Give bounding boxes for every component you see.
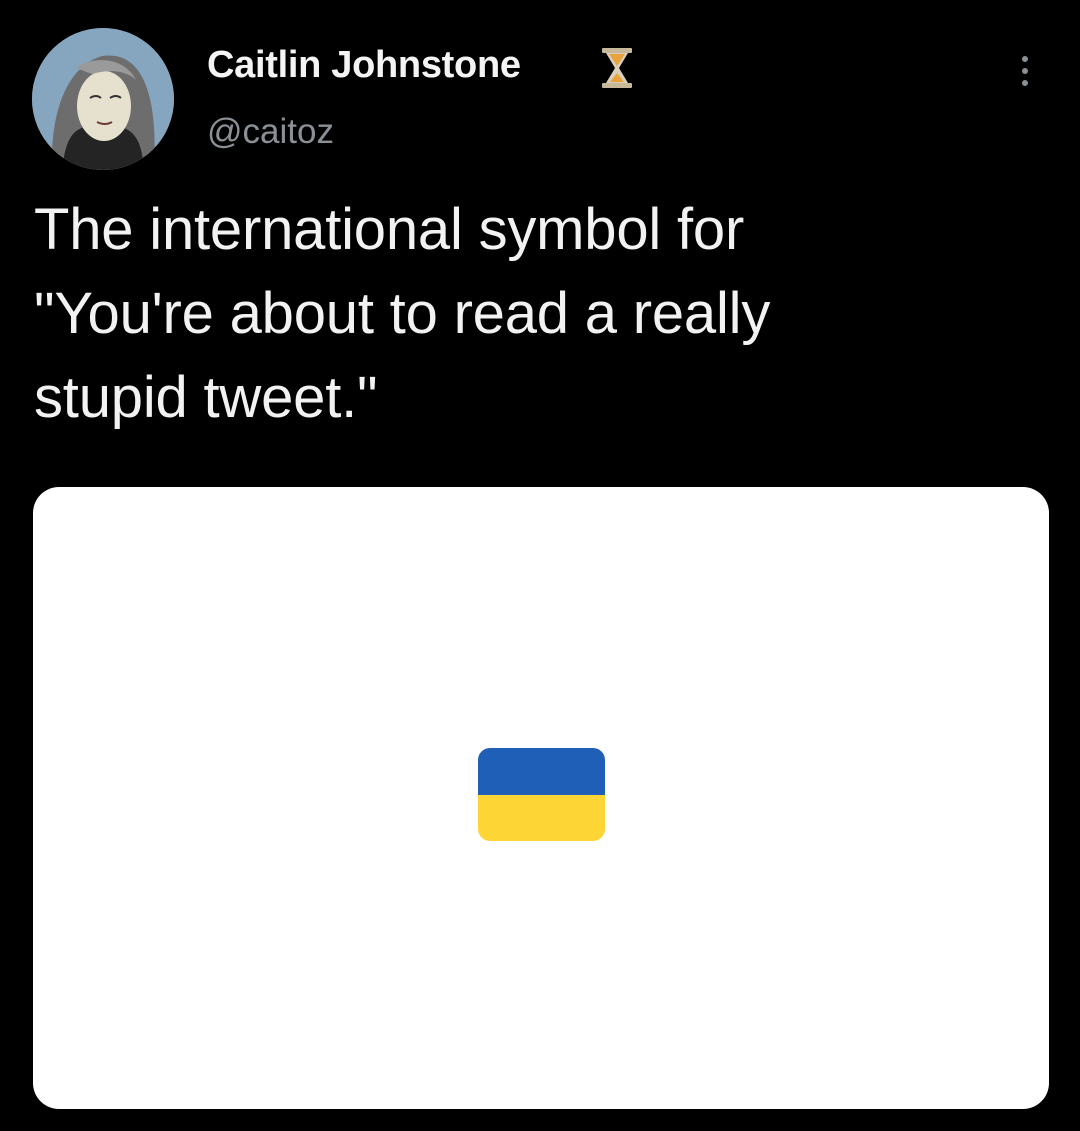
display-name[interactable]: Caitlin Johnstone (207, 44, 521, 87)
flag-stripe-blue (478, 748, 605, 795)
tweet-text-line: "You're about to read a really (34, 281, 771, 346)
hourglass-icon (598, 46, 636, 90)
tweet-text: The international symbol for "You're abo… (34, 188, 1034, 440)
avatar-portrait (32, 28, 174, 170)
dot-icon (1022, 80, 1028, 86)
avatar[interactable] (32, 28, 174, 170)
dot-icon (1022, 68, 1028, 74)
ukraine-flag-icon (478, 748, 605, 841)
tweet-text-line: stupid tweet." (34, 365, 378, 430)
more-options-button[interactable] (1010, 48, 1040, 94)
flag-stripe-yellow (478, 794, 605, 841)
media-card[interactable] (33, 487, 1049, 1109)
tweet: Caitlin Johnstone @caitoz The internatio… (0, 0, 1080, 1131)
dot-icon (1022, 56, 1028, 62)
user-handle[interactable]: @caitoz (207, 112, 334, 152)
tweet-text-line: The international symbol for (34, 197, 745, 262)
